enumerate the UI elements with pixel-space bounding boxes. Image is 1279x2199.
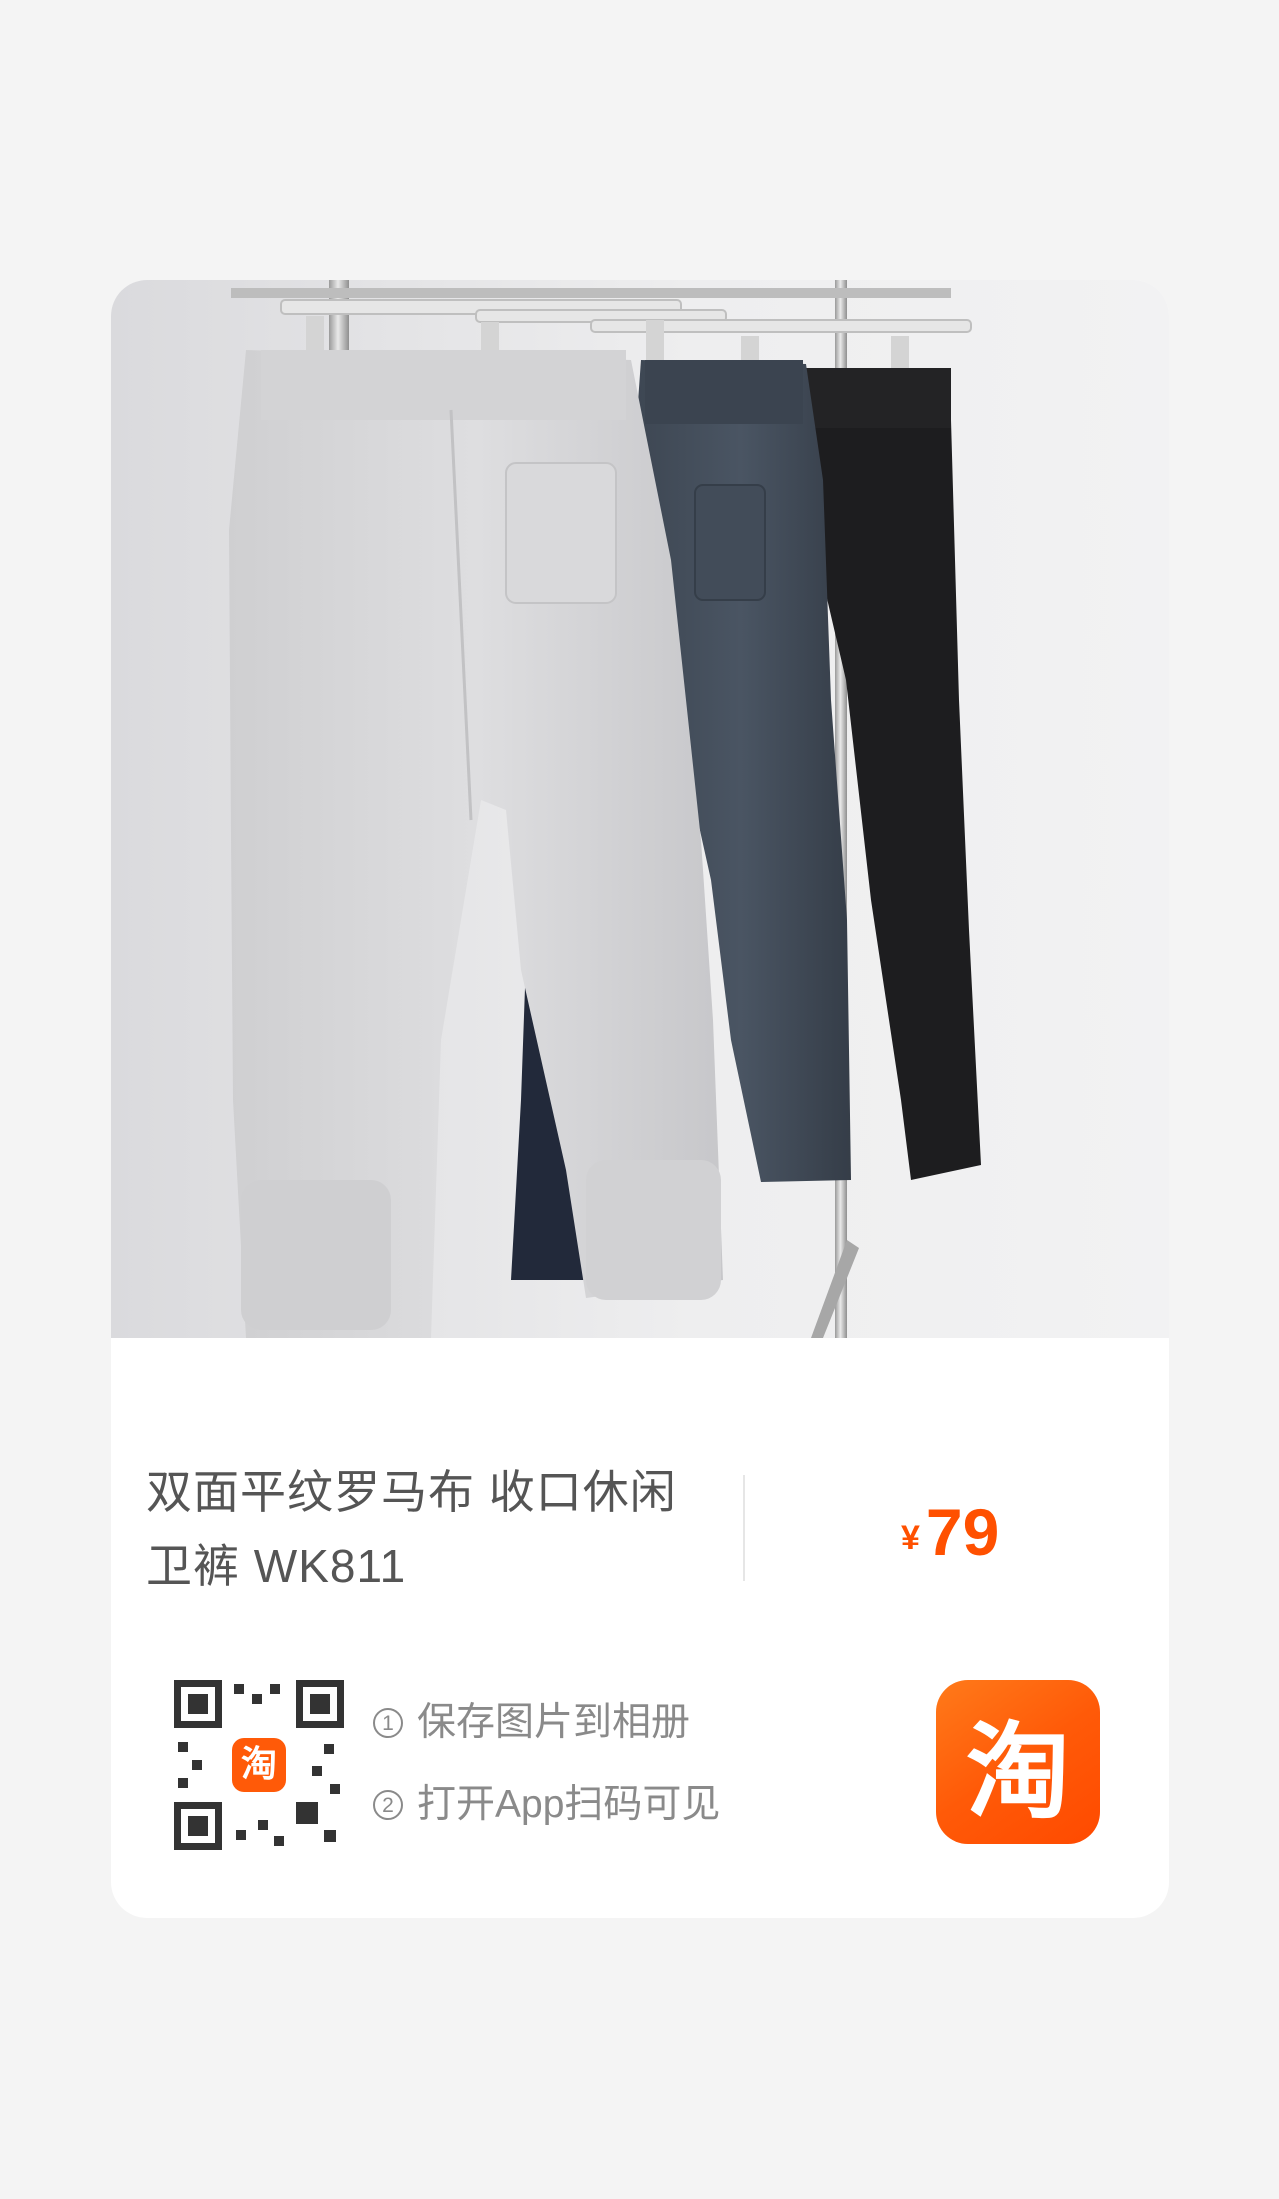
step-number-icon: 1 [373, 1708, 403, 1738]
divider [743, 1475, 745, 1581]
qr-logo-text: 淘 [241, 1744, 277, 1785]
step-number-icon: 2 [373, 1790, 403, 1820]
share-steps: 1 保存图片到相册 2 打开App扫码可见 [373, 1682, 720, 1846]
product-photo[interactable] [111, 280, 1169, 1338]
qr-code[interactable]: 淘 [174, 1680, 344, 1850]
currency-symbol: ¥ [901, 1519, 920, 1557]
taobao-logo-text: 淘 [965, 1714, 1070, 1831]
product-title: 双面平纹罗马布 收口休闲卫裤 WK811 [146, 1466, 677, 1592]
taobao-app-icon[interactable]: 淘 [936, 1680, 1100, 1844]
step-scan-label: 打开App扫码可见 [417, 1783, 721, 1826]
price-amount: 79 [925, 1495, 1000, 1569]
step-save-label: 保存图片到相册 [417, 1701, 691, 1744]
step-scan: 2 打开App扫码可见 [373, 1764, 720, 1846]
pants-photo-illustration [229, 280, 981, 1338]
product-price: ¥79 [901, 1494, 999, 1570]
step-save: 1 保存图片到相册 [373, 1682, 720, 1764]
share-card: 双面平纹罗马布 收口休闲卫裤 WK811 ¥79 淘 1 保存图片到相册 2 打… [111, 280, 1169, 1918]
